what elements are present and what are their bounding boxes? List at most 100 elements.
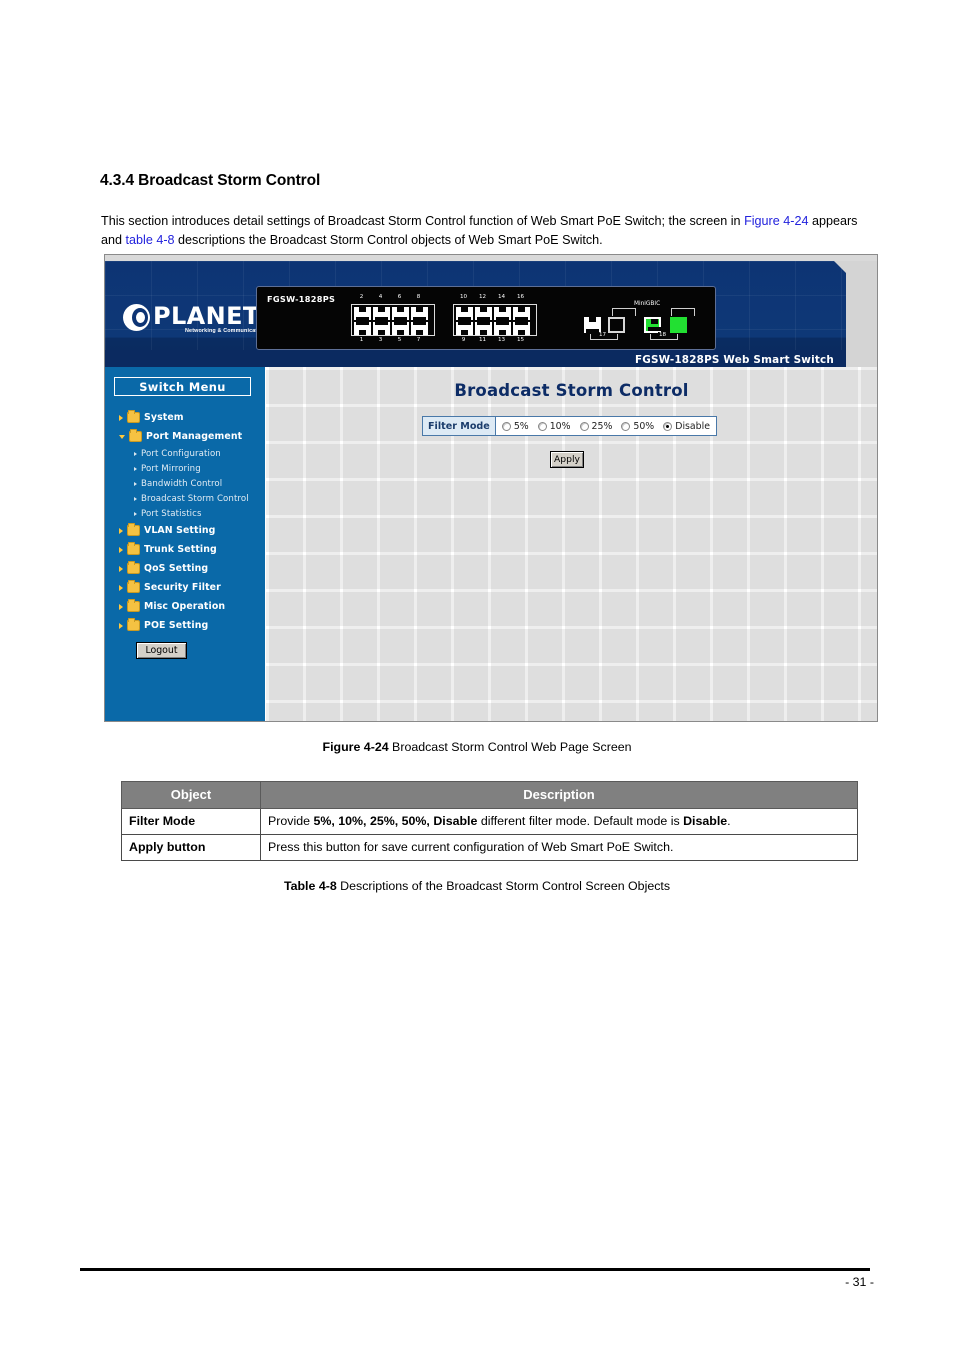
port-number-3: 3 <box>378 337 383 343</box>
sidebar-item-misc-operation[interactable]: Misc Operation <box>105 597 266 616</box>
chevron-right-icon <box>119 546 123 553</box>
rj45-port-4[interactable] <box>373 307 390 320</box>
radio-option-25[interactable]: 25% <box>579 421 612 432</box>
sidebar-item-label: System <box>144 412 184 423</box>
minigbic-area: MiniGBIC 17 18 <box>582 301 702 343</box>
page-number: - 31 - <box>845 1275 874 1289</box>
desc-text-mid: different filter mode. Default mode is <box>477 814 684 828</box>
sidebar-item-broadcast-storm-control[interactable]: Broadcast Storm Control <box>105 491 266 506</box>
sidebar-item-label: POE Setting <box>144 620 209 631</box>
table-cell-object: Filter Mode <box>121 808 261 835</box>
chevron-right-icon <box>119 622 123 629</box>
radio-icon[interactable] <box>621 421 631 431</box>
uplink-port-17-fiber[interactable] <box>608 317 625 333</box>
radio-icon[interactable] <box>579 421 589 431</box>
globe-icon <box>123 304 150 331</box>
folder-icon <box>127 542 140 555</box>
rj45-port-1[interactable] <box>354 322 371 335</box>
rj45-port-15[interactable] <box>513 322 530 335</box>
rj45-port-3[interactable] <box>373 322 390 335</box>
sidebar-item-security-filter[interactable]: Security Filter <box>105 578 266 597</box>
radio-icon-selected[interactable] <box>663 421 673 431</box>
table-crossref-link[interactable]: table 4-8 <box>126 233 175 247</box>
section-heading: 4.3.4 Broadcast Storm Control <box>100 172 321 189</box>
port-number-5: 5 <box>397 337 402 343</box>
folder-icon <box>127 599 140 612</box>
minigbic-label: MiniGBIC <box>634 301 661 307</box>
device-model-label: FGSW-1828PS <box>267 294 336 304</box>
rj45-port-14[interactable] <box>494 307 511 320</box>
radio-option-disable[interactable]: Disable <box>663 421 710 432</box>
bullet-arrow-icon <box>134 481 137 486</box>
logout-button[interactable]: Logout <box>136 642 187 659</box>
chevron-right-icon <box>119 414 123 421</box>
switch-menu-button[interactable]: Switch Menu <box>114 377 251 396</box>
bullet-arrow-icon <box>134 496 137 501</box>
rj45-port-11[interactable] <box>475 322 492 335</box>
rj45-port-13[interactable] <box>494 322 511 335</box>
radio-option-50[interactable]: 50% <box>621 421 654 432</box>
sidebar-subitem-label: Bandwidth Control <box>141 478 223 489</box>
desc-text-pre: Provide <box>268 814 314 828</box>
filter-mode-row: Filter Mode 5% 10% 25% 50% Disable <box>422 416 717 436</box>
web-ui-body: Switch Menu System Port Management Port … <box>105 367 877 721</box>
radio-option-5[interactable]: 5% <box>501 421 529 432</box>
desc-text-post: . <box>727 814 731 828</box>
desc-text-bold1: 5%, 10%, 25%, 50%, Disable <box>313 814 478 828</box>
rj45-port-8[interactable] <box>411 307 428 320</box>
product-banner: PLANET Networking & Communication FGSW-1… <box>105 261 846 367</box>
intro-paragraph: This section introduces detail settings … <box>101 212 879 250</box>
apply-button[interactable]: Apply <box>550 451 584 468</box>
chevron-right-icon <box>119 527 123 534</box>
folder-icon <box>127 410 140 423</box>
minigbic-brace-left <box>612 308 636 316</box>
desc-text-bold2: Disable <box>683 814 728 828</box>
rj45-port-12[interactable] <box>475 307 492 320</box>
radio-icon[interactable] <box>501 421 511 431</box>
uplink-port-17-copper[interactable] <box>584 317 601 333</box>
radio-icon[interactable] <box>537 421 547 431</box>
brand-tagline: Networking & Communication <box>185 328 266 334</box>
sidebar-item-vlan-setting[interactable]: VLAN Setting <box>105 521 266 540</box>
folder-icon <box>127 580 140 593</box>
sidebar-item-system[interactable]: System <box>105 408 266 427</box>
rj45-port-2[interactable] <box>354 307 371 320</box>
radio-option-10[interactable]: 10% <box>537 421 571 432</box>
sidebar-item-port-statistics[interactable]: Port Statistics <box>105 506 266 521</box>
port-number-14: 14 <box>497 294 506 300</box>
uplink-port-18-fiber[interactable] <box>670 317 687 333</box>
uplink-port-18-copper[interactable] <box>644 317 661 333</box>
sidebar-item-trunk-setting[interactable]: Trunk Setting <box>105 540 266 559</box>
table-row: Filter Mode Provide 5%, 10%, 25%, 50%, D… <box>121 808 858 835</box>
port-number-15: 15 <box>516 337 525 343</box>
footer-divider <box>80 1268 870 1271</box>
sidebar-item-poe-setting[interactable]: POE Setting <box>105 616 266 635</box>
page-title: Broadcast Storm Control <box>454 381 689 400</box>
figure-caption: Figure 4-24 Broadcast Storm Control Web … <box>0 740 954 754</box>
radio-label: 50% <box>633 420 655 432</box>
rj45-port-16[interactable] <box>513 307 530 320</box>
radio-label: Disable <box>675 420 710 432</box>
filter-mode-label: Filter Mode <box>423 417 496 435</box>
sidebar-item-label: Trunk Setting <box>144 544 217 555</box>
folder-icon <box>127 561 140 574</box>
port-number-6: 6 <box>397 294 402 300</box>
rj45-port-10[interactable] <box>456 307 473 320</box>
table-caption-label: Table 4-8 <box>283 879 337 893</box>
rj45-port-7[interactable] <box>411 322 428 335</box>
sidebar-item-port-management[interactable]: Port Management <box>105 427 266 446</box>
table-header-object: Object <box>121 781 261 809</box>
figure-crossref-link[interactable]: Figure 4-24 <box>744 214 808 228</box>
sidebar-item-port-configuration[interactable]: Port Configuration <box>105 446 266 461</box>
sidebar-item-qos-setting[interactable]: QoS Setting <box>105 559 266 578</box>
rj45-port-9[interactable] <box>456 322 473 335</box>
banner-right-gutter <box>846 261 877 367</box>
table-cell-description: Provide 5%, 10%, 25%, 50%, Disable diffe… <box>260 808 858 835</box>
sidebar-item-bandwidth-control[interactable]: Bandwidth Control <box>105 476 266 491</box>
banner-title-bar: FGSW-1828PS Web Smart Switch <box>105 350 846 367</box>
bullet-arrow-icon <box>134 466 137 471</box>
rj45-port-6[interactable] <box>392 307 409 320</box>
intro-text-part3: descriptions the Broadcast Storm Control… <box>174 233 603 247</box>
rj45-port-5[interactable] <box>392 322 409 335</box>
sidebar-item-port-mirroring[interactable]: Port Mirroring <box>105 461 266 476</box>
